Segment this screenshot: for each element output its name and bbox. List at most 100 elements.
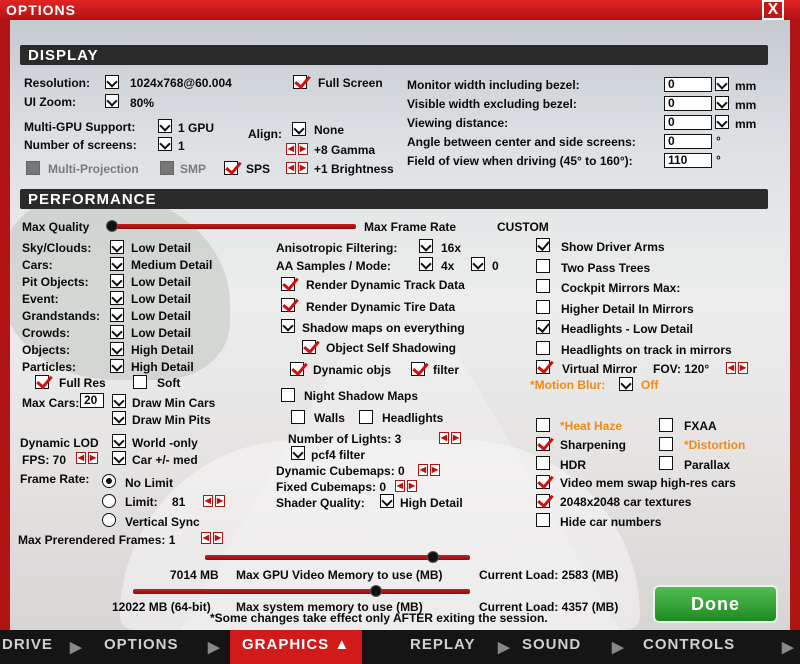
quality-slider-knob[interactable] (106, 220, 118, 232)
aniso-dropdown[interactable] (419, 239, 433, 253)
viewing-distance-unit-dropdown[interactable] (715, 115, 729, 129)
done-button[interactable]: Done (653, 585, 778, 623)
right-option-checkbox[interactable] (536, 238, 550, 252)
tex2048-checkbox[interactable] (536, 494, 550, 508)
hdr-checkbox[interactable] (536, 456, 550, 470)
detail-row-dropdown[interactable] (110, 359, 124, 373)
max-frame-rate-label: Max Frame Rate (364, 220, 457, 234)
fov-field[interactable]: 110 (664, 153, 712, 168)
right-option-checkbox[interactable] (536, 340, 550, 355)
gpu-memory-slider-knob[interactable] (426, 551, 439, 563)
tab-drive[interactable]: DRIVE (2, 636, 53, 653)
viewing-distance-field[interactable]: 0 (664, 115, 712, 130)
aa-mode-value: 0 (492, 259, 499, 273)
fixcube-decrease-button[interactable]: ◀ (395, 480, 405, 492)
distortion-checkbox[interactable] (659, 437, 673, 451)
brightness-decrease-button[interactable]: ◀ (286, 162, 296, 174)
filter-checkbox[interactable] (411, 362, 425, 376)
system-memory-slider-knob[interactable] (369, 585, 382, 597)
uizoom-dropdown[interactable] (105, 94, 119, 108)
fps-increase-button[interactable]: ▶ (88, 452, 98, 464)
brightness-increase-button[interactable]: ▶ (298, 162, 308, 174)
fxaa-checkbox[interactable] (659, 418, 673, 432)
vidswap-checkbox[interactable] (536, 475, 550, 489)
lights-decrease-button[interactable]: ◀ (439, 432, 449, 444)
lights-increase-button[interactable]: ▶ (451, 432, 461, 444)
fixcube-increase-button[interactable]: ▶ (407, 480, 417, 492)
screens-label: Number of screens: (24, 138, 137, 152)
prerender-increase-button[interactable]: ▶ (213, 532, 223, 544)
dynlod-world-checkbox[interactable] (112, 434, 126, 448)
close-button[interactable]: X (762, 0, 784, 20)
aa-mode-dropdown[interactable] (471, 257, 485, 271)
limit-increase-button[interactable]: ▶ (215, 495, 225, 507)
motionblur-dropdown[interactable] (619, 377, 633, 391)
angle-field[interactable]: 0 (664, 134, 712, 149)
visible-width-field[interactable]: 0 (664, 96, 712, 111)
parallax-checkbox[interactable] (659, 456, 673, 470)
tab-replay[interactable]: REPLAY (410, 636, 475, 653)
tab-graphics[interactable]: GRAPHICS ▲ (230, 630, 363, 664)
monitor-width-unit-dropdown[interactable] (715, 77, 729, 91)
smp-checkbox[interactable] (160, 161, 174, 175)
maxcars-field[interactable]: 20 (80, 393, 104, 408)
shader-dropdown[interactable] (380, 494, 394, 508)
fullres-checkbox[interactable] (35, 375, 49, 389)
dyncube-increase-button[interactable]: ▶ (430, 464, 440, 476)
rdtire-checkbox[interactable] (281, 298, 295, 312)
headlights-checkbox[interactable] (359, 410, 373, 424)
detail-row-dropdown[interactable] (110, 325, 124, 339)
system-memory-slider-track[interactable] (133, 589, 470, 594)
detail-row-dropdown[interactable] (110, 291, 124, 305)
heathaze-checkbox[interactable] (536, 418, 550, 432)
gamma-increase-button[interactable]: ▶ (298, 143, 308, 155)
prerender-decrease-button[interactable]: ◀ (201, 532, 211, 544)
sps-checkbox[interactable] (224, 161, 238, 175)
multigpu-dropdown[interactable] (158, 119, 172, 133)
aa-dropdown[interactable] (419, 257, 433, 271)
mirror-fov-decrease-button[interactable]: ◀ (726, 362, 736, 374)
resolution-dropdown[interactable] (105, 75, 119, 89)
dyncube-decrease-button[interactable]: ◀ (418, 464, 428, 476)
right-option-checkbox[interactable] (536, 299, 550, 314)
detail-row-dropdown[interactable] (110, 240, 124, 254)
limit-decrease-button[interactable]: ◀ (203, 495, 213, 507)
hidenum-checkbox[interactable] (536, 513, 550, 527)
drawmincars-checkbox[interactable] (112, 394, 126, 408)
dynobjs-checkbox[interactable] (290, 362, 304, 376)
right-option-checkbox[interactable] (536, 320, 550, 334)
align-dropdown[interactable] (292, 122, 306, 136)
detail-row-dropdown[interactable] (110, 308, 124, 322)
nolimit-radio[interactable] (102, 474, 116, 488)
gamma-decrease-button[interactable]: ◀ (286, 143, 296, 155)
limit-radio[interactable] (102, 494, 116, 508)
sharpening-checkbox[interactable] (536, 437, 550, 451)
right-option-checkbox[interactable] (536, 258, 550, 273)
multiprojection-checkbox[interactable] (26, 161, 40, 175)
tab-controls[interactable]: CONTROLS (643, 636, 735, 653)
soft-checkbox[interactable] (133, 375, 147, 389)
quality-slider-track[interactable] (112, 224, 356, 229)
selfshadow-checkbox[interactable] (302, 340, 316, 354)
right-option-checkbox[interactable] (536, 279, 550, 293)
fps-decrease-button[interactable]: ◀ (76, 452, 86, 464)
tab-options[interactable]: OPTIONS (104, 636, 179, 653)
vsync-radio[interactable] (102, 513, 116, 527)
screens-dropdown[interactable] (158, 137, 172, 151)
carmed-checkbox[interactable] (112, 451, 126, 465)
virtual-mirror-checkbox[interactable] (536, 360, 550, 374)
nightshadow-checkbox[interactable] (281, 388, 295, 402)
mirror-fov-increase-button[interactable]: ▶ (738, 362, 748, 374)
pcf4-checkbox[interactable] (291, 446, 305, 460)
walls-checkbox[interactable] (291, 410, 305, 424)
tab-sound[interactable]: SOUND (522, 636, 581, 653)
rdtrack-checkbox[interactable] (281, 277, 295, 291)
drawminpits-checkbox[interactable] (112, 411, 126, 425)
visible-width-unit-dropdown[interactable] (715, 96, 729, 110)
monitor-width-field[interactable]: 0 (664, 77, 712, 92)
fullscreen-checkbox[interactable] (293, 75, 307, 89)
detail-row-dropdown[interactable] (110, 257, 124, 271)
detail-row-dropdown[interactable] (110, 274, 124, 288)
shadowall-checkbox[interactable] (281, 319, 295, 333)
detail-row-dropdown[interactable] (110, 342, 124, 356)
